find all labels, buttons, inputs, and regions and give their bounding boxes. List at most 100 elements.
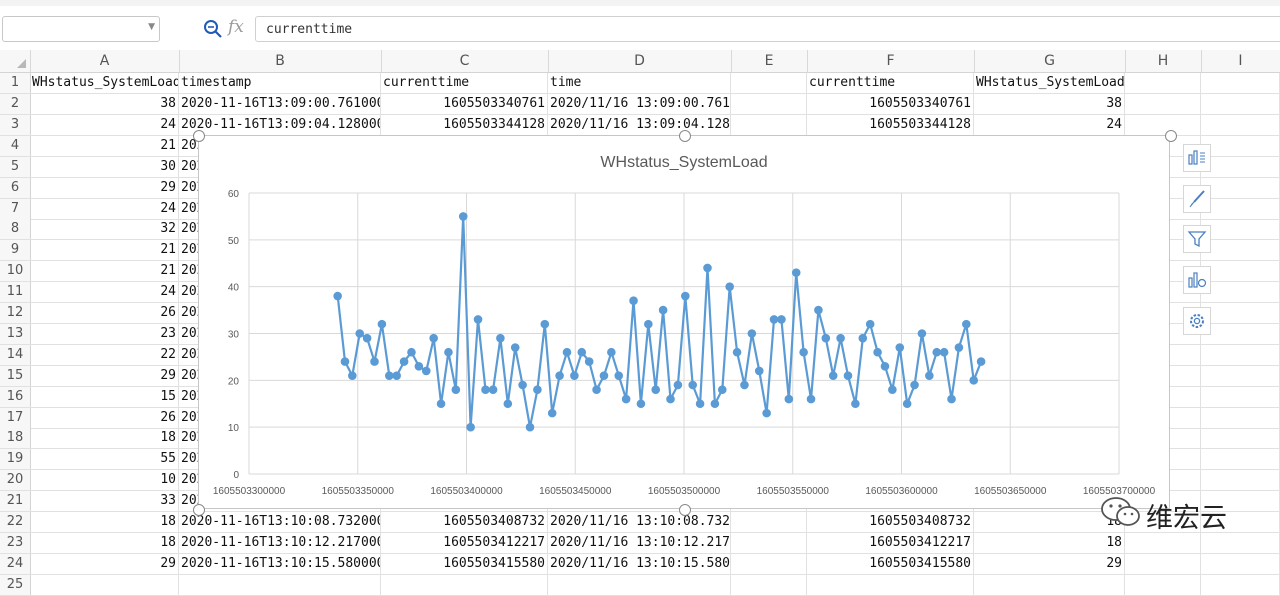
cell-i3[interactable]	[1201, 114, 1280, 135]
cell-f2[interactable]: 1605503340761	[807, 94, 974, 114]
row-header[interactable]: 20	[0, 470, 31, 491]
cell-c2[interactable]: 1605503340761	[381, 94, 548, 114]
cell-g25[interactable]	[974, 574, 1125, 595]
cell-a13[interactable]: 23	[30, 323, 179, 344]
cell-i17[interactable]	[1201, 407, 1280, 428]
cell-i11[interactable]	[1201, 282, 1280, 303]
cell-b3[interactable]: 2020-11-16T13:09:04.128000	[179, 114, 381, 135]
cell-a8[interactable]: 32	[30, 219, 179, 240]
cell-a11[interactable]: 24	[30, 282, 179, 303]
cell-a16[interactable]: 15	[30, 386, 179, 407]
cell-i14[interactable]	[1201, 344, 1280, 365]
cell-i24[interactable]	[1201, 553, 1280, 574]
cell-i20[interactable]	[1201, 470, 1280, 491]
cell-e24[interactable]	[731, 553, 807, 574]
cell-a25[interactable]	[30, 574, 179, 595]
row-header[interactable]: 11	[0, 282, 31, 303]
cell-a4[interactable]: 21	[30, 135, 179, 156]
row-header[interactable]: 16	[0, 386, 31, 407]
row-header[interactable]: 1	[0, 73, 31, 93]
row-header[interactable]: 23	[0, 532, 31, 553]
select-all-corner[interactable]	[0, 50, 31, 72]
cell-a14[interactable]: 22	[30, 344, 179, 365]
cell-h24[interactable]	[1125, 553, 1201, 574]
cell-a10[interactable]: 21	[30, 261, 179, 282]
cell-i16[interactable]	[1201, 386, 1280, 407]
cell-h1[interactable]	[1125, 73, 1201, 93]
cell-f1[interactable]: currenttime	[807, 73, 974, 93]
cell-b24[interactable]: 2020-11-16T13:10:15.580000	[179, 553, 381, 574]
cell-e25[interactable]	[731, 574, 807, 595]
cell-i10[interactable]	[1201, 261, 1280, 282]
cell-c25[interactable]	[381, 574, 548, 595]
cell-a24[interactable]: 29	[30, 553, 179, 574]
cell-a17[interactable]: 26	[30, 407, 179, 428]
column-header-h[interactable]: H	[1125, 50, 1202, 72]
cell-i4[interactable]	[1201, 135, 1280, 156]
chart-style-button[interactable]	[1183, 185, 1211, 213]
row-header[interactable]: 10	[0, 261, 31, 282]
name-box[interactable]: ▼	[2, 16, 160, 42]
cell-a20[interactable]: 10	[30, 470, 179, 491]
resize-handle-bottom-left[interactable]	[193, 504, 205, 516]
cell-d25[interactable]	[548, 574, 731, 595]
cell-i25[interactable]	[1201, 574, 1280, 595]
column-header-i[interactable]: I	[1201, 50, 1280, 72]
resize-handle-top[interactable]	[679, 130, 691, 142]
cell-d2[interactable]: 2020/11/16 13:09:00.761	[548, 94, 731, 114]
resize-handle-bottom[interactable]	[679, 504, 691, 516]
cell-g2[interactable]: 38	[974, 94, 1125, 114]
cell-i7[interactable]	[1201, 198, 1280, 219]
column-header-c[interactable]: C	[381, 50, 549, 72]
resize-handle-top-right[interactable]	[1165, 130, 1177, 142]
cell-c24[interactable]: 1605503415580	[381, 553, 548, 574]
cell-e2[interactable]	[731, 94, 807, 114]
cell-b22[interactable]: 2020-11-16T13:10:08.732000	[179, 512, 381, 532]
row-header[interactable]: 2	[0, 94, 31, 114]
cell-g24[interactable]: 29	[974, 553, 1125, 574]
cell-g1[interactable]: WHstatus_SystemLoad	[974, 73, 1125, 93]
cell-a21[interactable]: 33	[30, 491, 179, 512]
cell-a5[interactable]: 30	[30, 156, 179, 177]
cell-a1[interactable]: WHstatus_SystemLoad	[30, 73, 179, 93]
cell-a12[interactable]: 26	[30, 303, 179, 323]
cell-i18[interactable]	[1201, 428, 1280, 449]
row-header[interactable]: 24	[0, 553, 31, 574]
row-header[interactable]: 21	[0, 491, 31, 512]
column-header-e[interactable]: E	[731, 50, 808, 72]
column-header-f[interactable]: F	[807, 50, 975, 72]
cell-e22[interactable]	[731, 512, 807, 532]
cell-g3[interactable]: 24	[974, 114, 1125, 135]
cell-d23[interactable]: 2020/11/16 13:10:12.217	[548, 532, 731, 553]
row-header[interactable]: 22	[0, 512, 31, 532]
chart-layout-button[interactable]	[1183, 266, 1211, 294]
cell-f24[interactable]: 1605503415580	[807, 553, 974, 574]
cell-i2[interactable]	[1201, 94, 1280, 114]
cell-a7[interactable]: 24	[30, 198, 179, 219]
cell-a2[interactable]: 38	[30, 94, 179, 114]
cell-h2[interactable]	[1125, 94, 1201, 114]
function-icon[interactable]: fx	[228, 17, 244, 37]
row-header[interactable]: 15	[0, 365, 31, 386]
row-header[interactable]: 9	[0, 240, 31, 261]
cell-c23[interactable]: 1605503412217	[381, 532, 548, 553]
cell-b2[interactable]: 2020-11-16T13:09:00.761000	[179, 94, 381, 114]
row-header[interactable]: 7	[0, 198, 31, 219]
chevron-down-icon[interactable]: ▼	[148, 22, 155, 32]
cell-c1[interactable]: currenttime	[381, 73, 548, 93]
cell-e23[interactable]	[731, 532, 807, 553]
column-header-b[interactable]: B	[179, 50, 382, 72]
formula-input[interactable]: currenttime	[255, 16, 1280, 42]
cell-c22[interactable]: 1605503408732	[381, 512, 548, 532]
cell-b1[interactable]: timestamp	[179, 73, 381, 93]
cell-b23[interactable]: 2020-11-16T13:10:12.217000	[179, 532, 381, 553]
cell-d1[interactable]: time	[548, 73, 731, 93]
row-header[interactable]: 8	[0, 219, 31, 240]
chart-settings-button[interactable]	[1183, 307, 1211, 335]
cell-d22[interactable]: 2020/11/16 13:10:08.732	[548, 512, 731, 532]
cell-i15[interactable]	[1201, 365, 1280, 386]
row-header[interactable]: 5	[0, 156, 31, 177]
cell-a23[interactable]: 18	[30, 532, 179, 553]
zoom-icon[interactable]	[202, 18, 224, 40]
cell-h25[interactable]	[1125, 574, 1201, 595]
